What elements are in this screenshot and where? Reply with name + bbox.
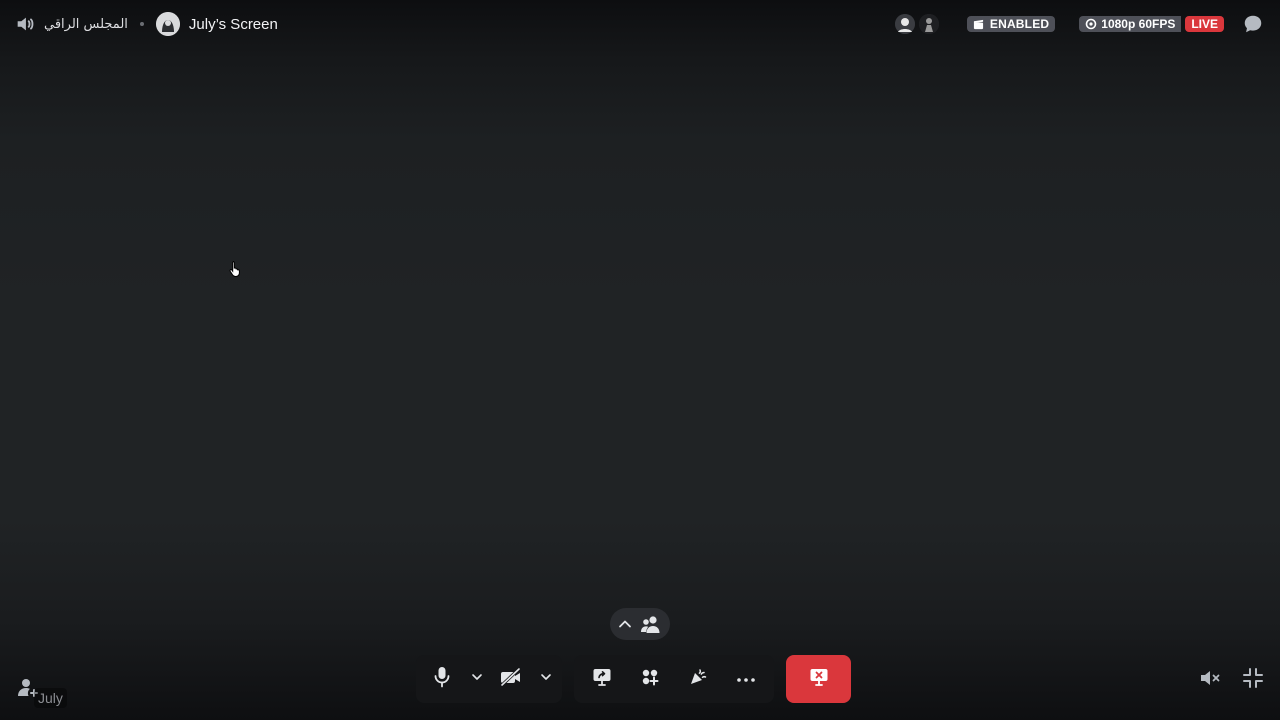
exit-fullscreen-icon[interactable]: [1242, 667, 1264, 689]
participants-toggle-button[interactable]: [610, 608, 670, 640]
microphone-icon: [433, 666, 451, 693]
camera-off-icon: [500, 666, 522, 691]
screen-share-stop-icon: [809, 667, 829, 692]
quality-label: 1080p 60FPS: [1101, 17, 1176, 31]
user-tile-info: July: [16, 668, 67, 708]
chevron-up-icon: [618, 617, 632, 631]
status-badge: ENABLED: [966, 16, 1056, 32]
activities-icon: [640, 667, 660, 692]
hand-cursor-icon: [229, 260, 243, 283]
microphone-button[interactable]: [422, 659, 462, 699]
user-avatar: [155, 12, 180, 36]
quality-badge: 1080p 60FPS: [1079, 16, 1182, 32]
participant-name-tag: July: [34, 688, 67, 708]
speaker-icon: [14, 13, 36, 35]
top-bar: المجلس الراقي July’s Screen ENABLED 1080…: [0, 0, 1280, 48]
stop-streaming-button[interactable]: [786, 655, 851, 703]
chevron-down-icon: [540, 670, 552, 688]
clapperboard-icon: [973, 19, 984, 30]
channel-name[interactable]: المجلس الراقي: [44, 17, 128, 32]
status-badge-label: ENABLED: [989, 17, 1050, 31]
chat-bubble-icon[interactable]: [1242, 13, 1264, 35]
activity-controls: [574, 655, 774, 703]
view-controls: [1198, 666, 1264, 690]
viewer-list[interactable]: [894, 14, 939, 34]
viewer-avatar: [894, 14, 915, 34]
screen-share-button[interactable]: [582, 659, 622, 699]
soundboard-icon: [688, 667, 708, 692]
viewer-avatar: [918, 14, 939, 34]
more-icon: [736, 670, 756, 688]
screen-title: July’s Screen: [188, 15, 278, 33]
video-options-chevron[interactable]: [536, 659, 556, 699]
live-badge: LIVE: [1185, 16, 1224, 32]
participants-icon: [640, 614, 662, 634]
audio-video-controls: [416, 655, 562, 703]
stream-header: المجلس الراقي July’s Screen: [14, 12, 278, 36]
stream-viewer: المجلس الراقي July’s Screen ENABLED 1080…: [0, 0, 1280, 720]
eye-icon: [1085, 18, 1097, 30]
volume-mute-icon[interactable]: [1198, 666, 1222, 690]
chevron-down-icon: [471, 670, 483, 688]
more-options-button[interactable]: [726, 659, 766, 699]
stream-status: ENABLED 1080p 60FPS LIVE: [894, 12, 1264, 36]
activities-button[interactable]: [630, 659, 670, 699]
separator-dot: [139, 22, 144, 26]
stream-quality: 1080p 60FPS LIVE: [1079, 16, 1224, 32]
call-controls: [416, 655, 851, 703]
audio-options-chevron[interactable]: [467, 659, 487, 699]
soundboard-button[interactable]: [678, 659, 718, 699]
screen-share-icon: [592, 667, 612, 692]
camera-button[interactable]: [491, 659, 531, 699]
